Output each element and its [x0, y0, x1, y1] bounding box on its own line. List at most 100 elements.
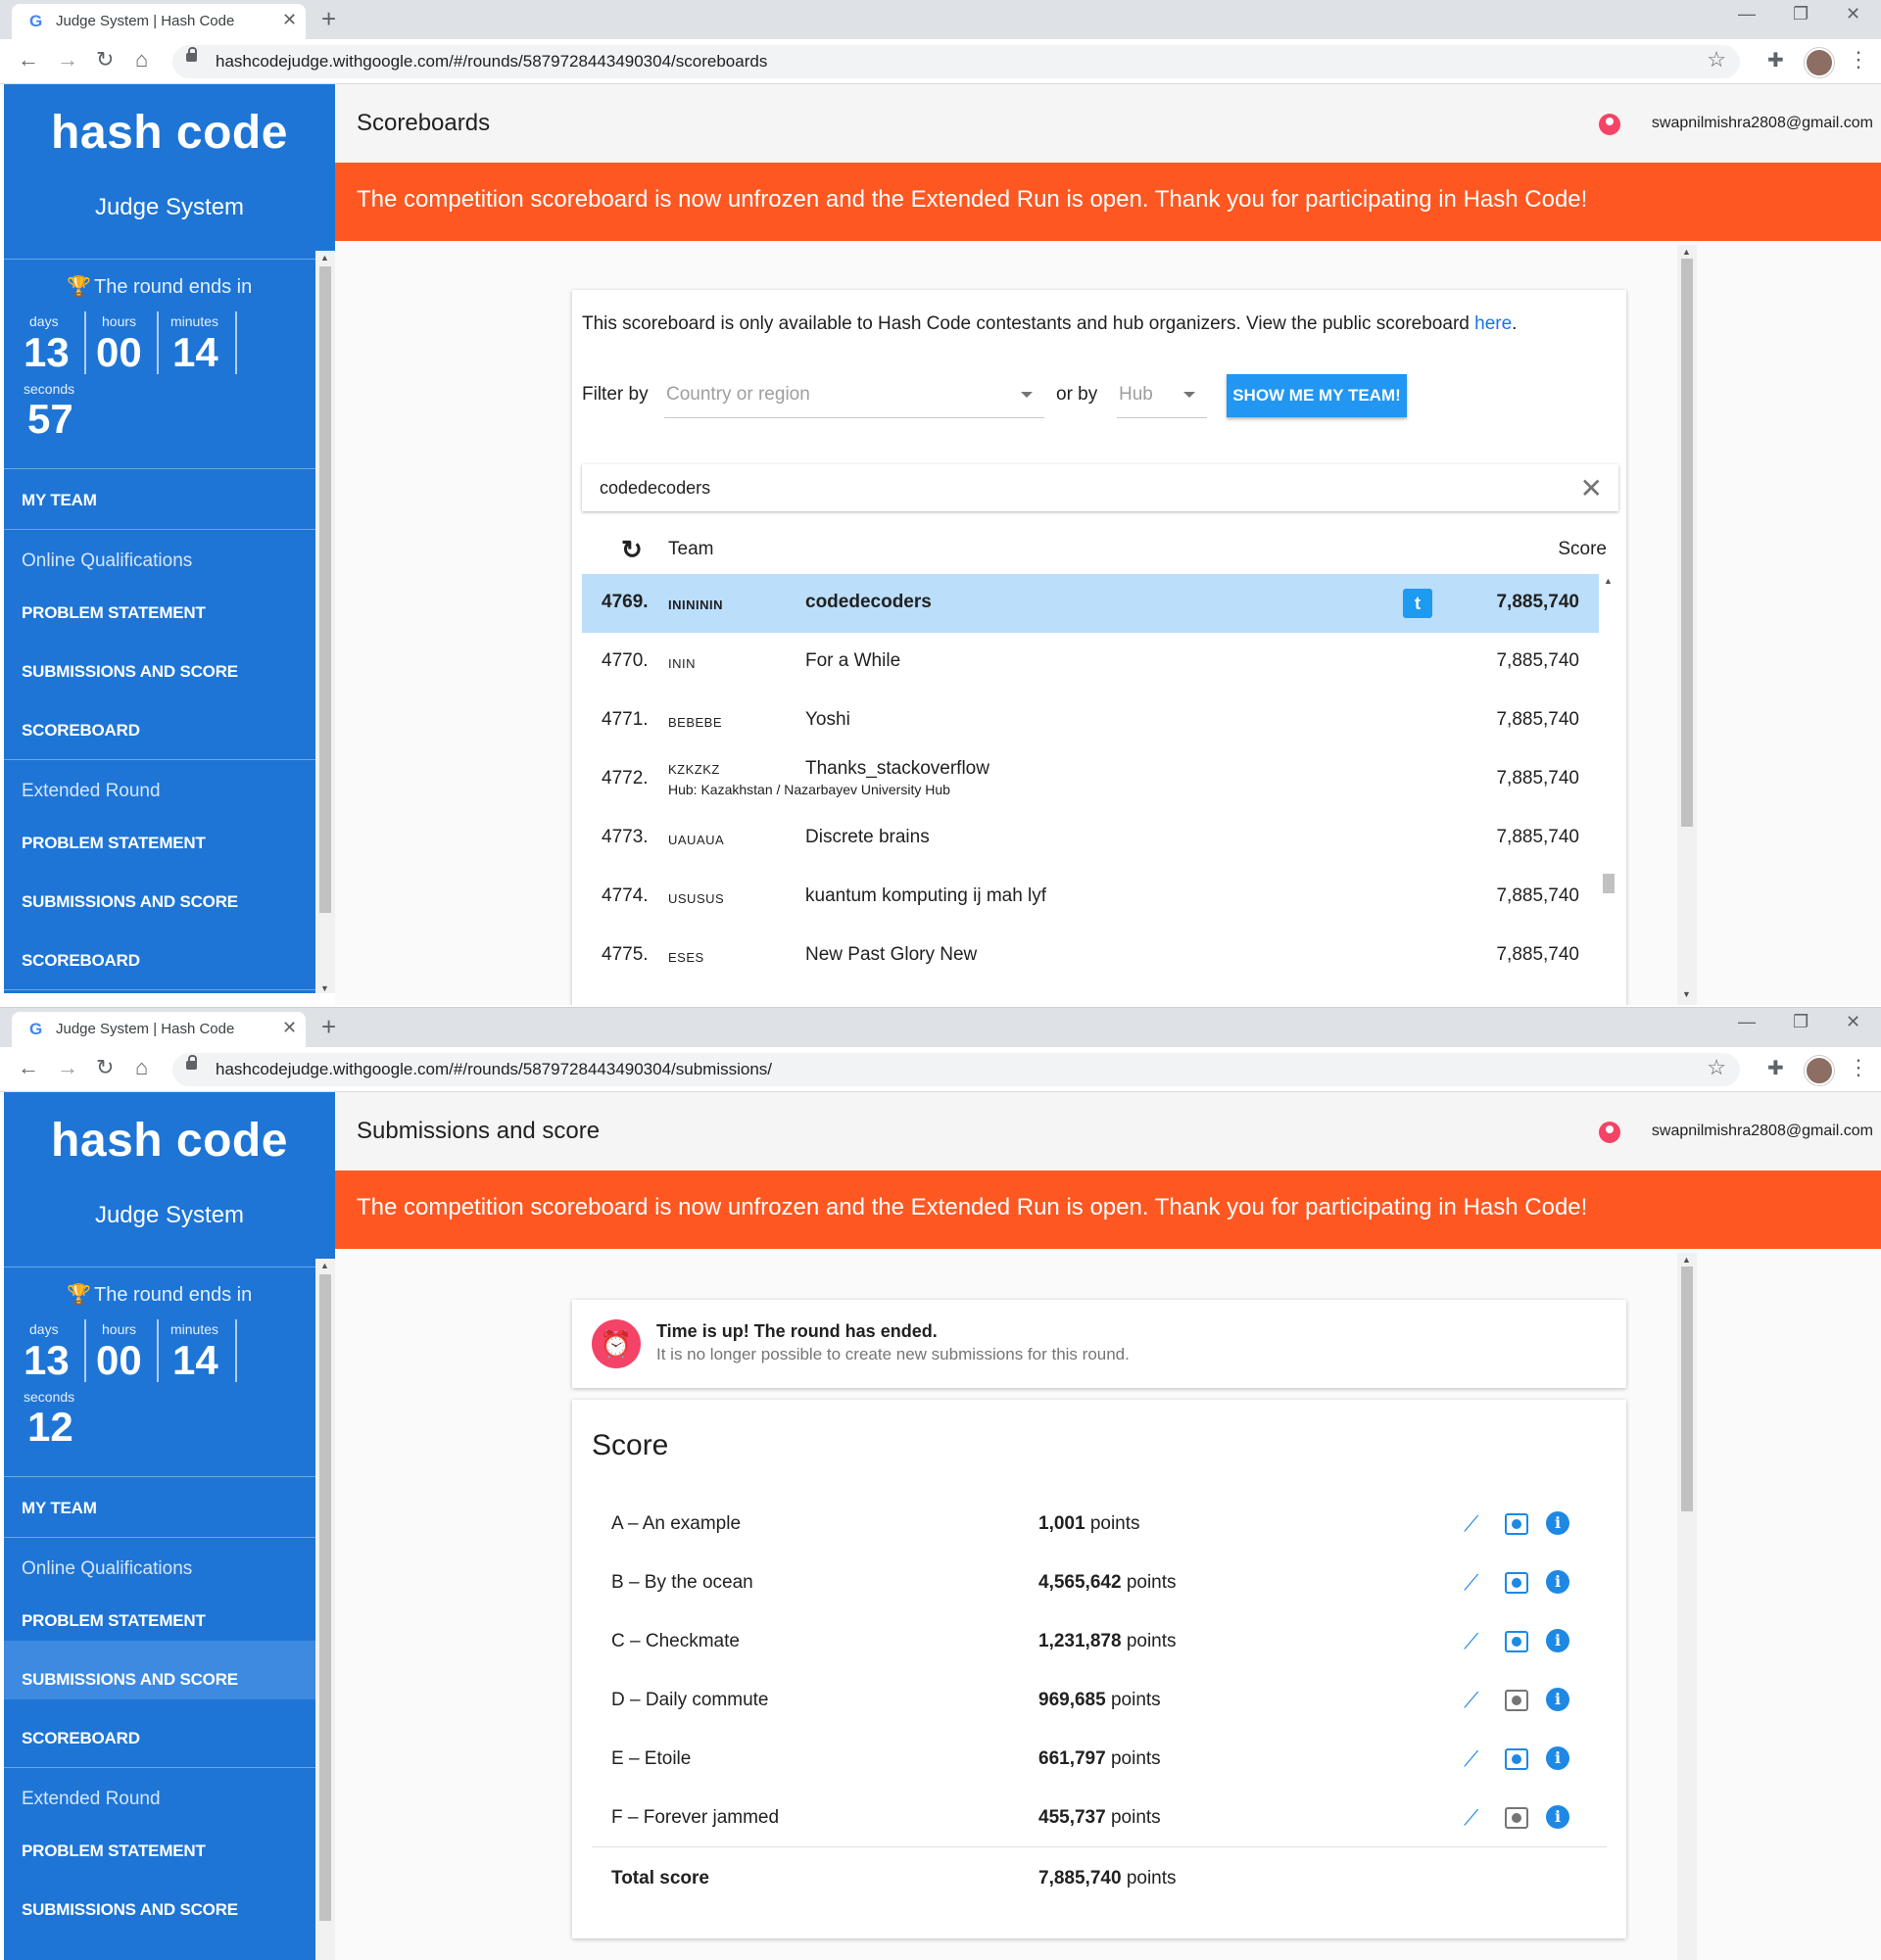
minimize-icon[interactable]: —: [1738, 4, 1756, 24]
info-icon[interactable]: i: [1546, 1629, 1569, 1652]
scroll-thumb[interactable]: [319, 1274, 331, 1921]
scroll-thumb[interactable]: [319, 266, 331, 913]
new-tab-plus-icon[interactable]: +: [321, 4, 336, 34]
sidebar-item-ext-scoreboard[interactable]: SCOREBOARD: [22, 951, 140, 971]
view-icon[interactable]: [1505, 1572, 1528, 1594]
sidebar-item-scoreboard[interactable]: SCOREBOARD: [22, 721, 140, 741]
scroll-up-icon[interactable]: ▲: [320, 1261, 329, 1270]
view-icon[interactable]: [1505, 1690, 1528, 1711]
scroll-up-icon[interactable]: ▲: [320, 253, 329, 263]
puzzle-icon[interactable]: ✚: [1767, 1056, 1784, 1080]
refresh-icon[interactable]: ↻: [621, 535, 643, 565]
browser-tab[interactable]: G Judge System | Hash Code ✕: [12, 4, 306, 39]
sidebar-item-ext-submissions[interactable]: SUBMISSIONS AND SCORE: [22, 892, 238, 912]
info-icon[interactable]: i: [1546, 1688, 1569, 1711]
team-search-input[interactable]: codedecoders ✕: [582, 464, 1618, 511]
chart-icon[interactable]: ⟋: [1464, 1629, 1478, 1654]
sidebar-item-ext-problem-statement[interactable]: PROBLEM STATEMENT: [22, 834, 206, 853]
star-icon[interactable]: ☆: [1707, 47, 1726, 72]
close-window-icon[interactable]: ✕: [1846, 1012, 1860, 1032]
home-icon[interactable]: ⌂: [135, 47, 148, 72]
info-icon[interactable]: i: [1546, 1570, 1569, 1594]
sidebar-item-my-team[interactable]: MY TEAM: [22, 1499, 97, 1518]
sidebar-item-ext-problem-statement[interactable]: PROBLEM STATEMENT: [22, 1841, 206, 1861]
scroll-thumb[interactable]: [1681, 259, 1693, 827]
table-row[interactable]: 4773. UAUAUA Discrete brains 7,885,740: [582, 809, 1599, 868]
sidebar-item-my-team[interactable]: MY TEAM: [22, 491, 97, 510]
table-row[interactable]: 4769. ININININ codedecoders t 7,885,740: [582, 574, 1599, 633]
hash-code-logo[interactable]: hash code: [4, 106, 335, 160]
info-icon[interactable]: i: [1546, 1511, 1569, 1535]
sidebar-heading-online: Online Qualifications: [22, 1558, 193, 1579]
reload-icon[interactable]: ↻: [96, 1055, 114, 1080]
sidebar-item-problem-statement[interactable]: PROBLEM STATEMENT: [22, 1611, 206, 1631]
view-icon[interactable]: [1505, 1513, 1528, 1535]
minutes-value: 14: [172, 329, 218, 375]
restore-icon[interactable]: ❐: [1793, 4, 1809, 24]
view-icon[interactable]: [1505, 1807, 1528, 1829]
puzzle-icon[interactable]: ✚: [1767, 48, 1784, 72]
clear-icon[interactable]: ✕: [1580, 472, 1603, 504]
table-row[interactable]: 4771. BEBEBE Yoshi 7,885,740: [582, 692, 1599, 750]
sidebar-item-problem-statement[interactable]: PROBLEM STATEMENT: [22, 603, 206, 623]
hash-code-logo[interactable]: hash code: [4, 1114, 335, 1168]
kebab-icon[interactable]: ⋮: [1848, 47, 1869, 72]
chart-icon[interactable]: ⟋: [1464, 1688, 1478, 1713]
close-tab-icon[interactable]: ✕: [282, 10, 297, 30]
forward-icon[interactable]: →: [57, 47, 78, 72]
back-icon[interactable]: ←: [18, 1055, 39, 1080]
new-tab-plus-icon[interactable]: +: [321, 1012, 336, 1042]
address-bar[interactable]: hashcodejudge.withgoogle.com/#/rounds/58…: [172, 45, 1740, 78]
twitter-icon[interactable]: t: [1403, 589, 1432, 618]
forward-icon[interactable]: →: [57, 1055, 78, 1080]
sidebar-item-scoreboard[interactable]: SCOREBOARD: [22, 1729, 140, 1748]
address-bar[interactable]: hashcodejudge.withgoogle.com/#/rounds/58…: [172, 1053, 1740, 1086]
public-scoreboard-link[interactable]: here: [1474, 313, 1512, 334]
close-tab-icon[interactable]: ✕: [282, 1018, 297, 1038]
info-icon[interactable]: i: [1546, 1805, 1569, 1829]
star-icon[interactable]: ☆: [1707, 1055, 1726, 1080]
scroll-down-icon[interactable]: ▼: [1682, 989, 1691, 999]
hub-dropdown[interactable]: Hub: [1117, 372, 1207, 418]
main-scrollbar[interactable]: ▲ ▼: [1677, 245, 1697, 1005]
back-icon[interactable]: ←: [18, 47, 39, 72]
table-row[interactable]: 4774. USUSUS kuantum komputing ij mah ly…: [582, 868, 1599, 927]
scroll-thumb[interactable]: [1603, 874, 1615, 893]
scroll-up-icon[interactable]: ▲: [1604, 576, 1613, 586]
sidebar-scrollbar[interactable]: ▲ ▼: [315, 251, 335, 993]
chart-icon[interactable]: ⟋: [1464, 1746, 1478, 1772]
time-up-title: Time is up! The round has ended.: [656, 1321, 938, 1341]
reload-icon[interactable]: ↻: [96, 47, 114, 72]
sidebar-item-submissions[interactable]: SUBMISSIONS AND SCORE: [22, 662, 238, 682]
scroll-thumb[interactable]: [1681, 1267, 1693, 1511]
browser-tab[interactable]: G Judge System | Hash Code ✕: [12, 1012, 306, 1047]
table-row[interactable]: 4770. ININ For a While 7,885,740: [582, 633, 1599, 692]
view-icon[interactable]: [1505, 1748, 1528, 1770]
info-icon[interactable]: i: [1546, 1746, 1569, 1770]
chart-icon[interactable]: ⟋: [1464, 1570, 1478, 1596]
sidebar-scrollbar[interactable]: ▲: [315, 1259, 335, 1960]
list-scrollbar[interactable]: ▲: [1599, 574, 1618, 1005]
chart-icon[interactable]: ⟋: [1464, 1511, 1478, 1537]
sidebar-item-ext-submissions[interactable]: SUBMISSIONS AND SCORE: [22, 1900, 238, 1920]
main-scrollbar[interactable]: ▲: [1677, 1253, 1697, 1960]
table-row[interactable]: 4772. KZKZKZ Hub: Kazakhstan / Nazarbaye…: [582, 750, 1599, 809]
scroll-up-icon[interactable]: ▲: [1682, 247, 1691, 257]
home-icon[interactable]: ⌂: [135, 1055, 148, 1080]
scroll-up-icon[interactable]: ▲: [1682, 1255, 1691, 1265]
close-window-icon[interactable]: ✕: [1846, 4, 1860, 24]
kebab-icon[interactable]: ⋮: [1848, 1055, 1869, 1080]
view-icon[interactable]: [1505, 1631, 1528, 1652]
country-dropdown[interactable]: Country or region: [664, 372, 1044, 418]
minimize-icon[interactable]: —: [1738, 1012, 1756, 1032]
sidebar-item-submissions[interactable]: SUBMISSIONS AND SCORE: [22, 1670, 238, 1690]
restore-icon[interactable]: ❐: [1793, 1012, 1809, 1032]
profile-avatar-icon[interactable]: [1805, 48, 1834, 77]
user-email[interactable]: swapnilmishra2808@gmail.com: [1652, 115, 1873, 132]
scroll-down-icon[interactable]: ▼: [320, 983, 329, 993]
profile-avatar-icon[interactable]: [1805, 1056, 1834, 1085]
user-email[interactable]: swapnilmishra2808@gmail.com: [1652, 1123, 1873, 1140]
table-row[interactable]: 4775. ESES New Past Glory New 7,885,740: [582, 927, 1599, 985]
chart-icon[interactable]: ⟋: [1464, 1805, 1478, 1831]
show-my-team-button[interactable]: SHOW ME MY TEAM!: [1227, 374, 1407, 417]
